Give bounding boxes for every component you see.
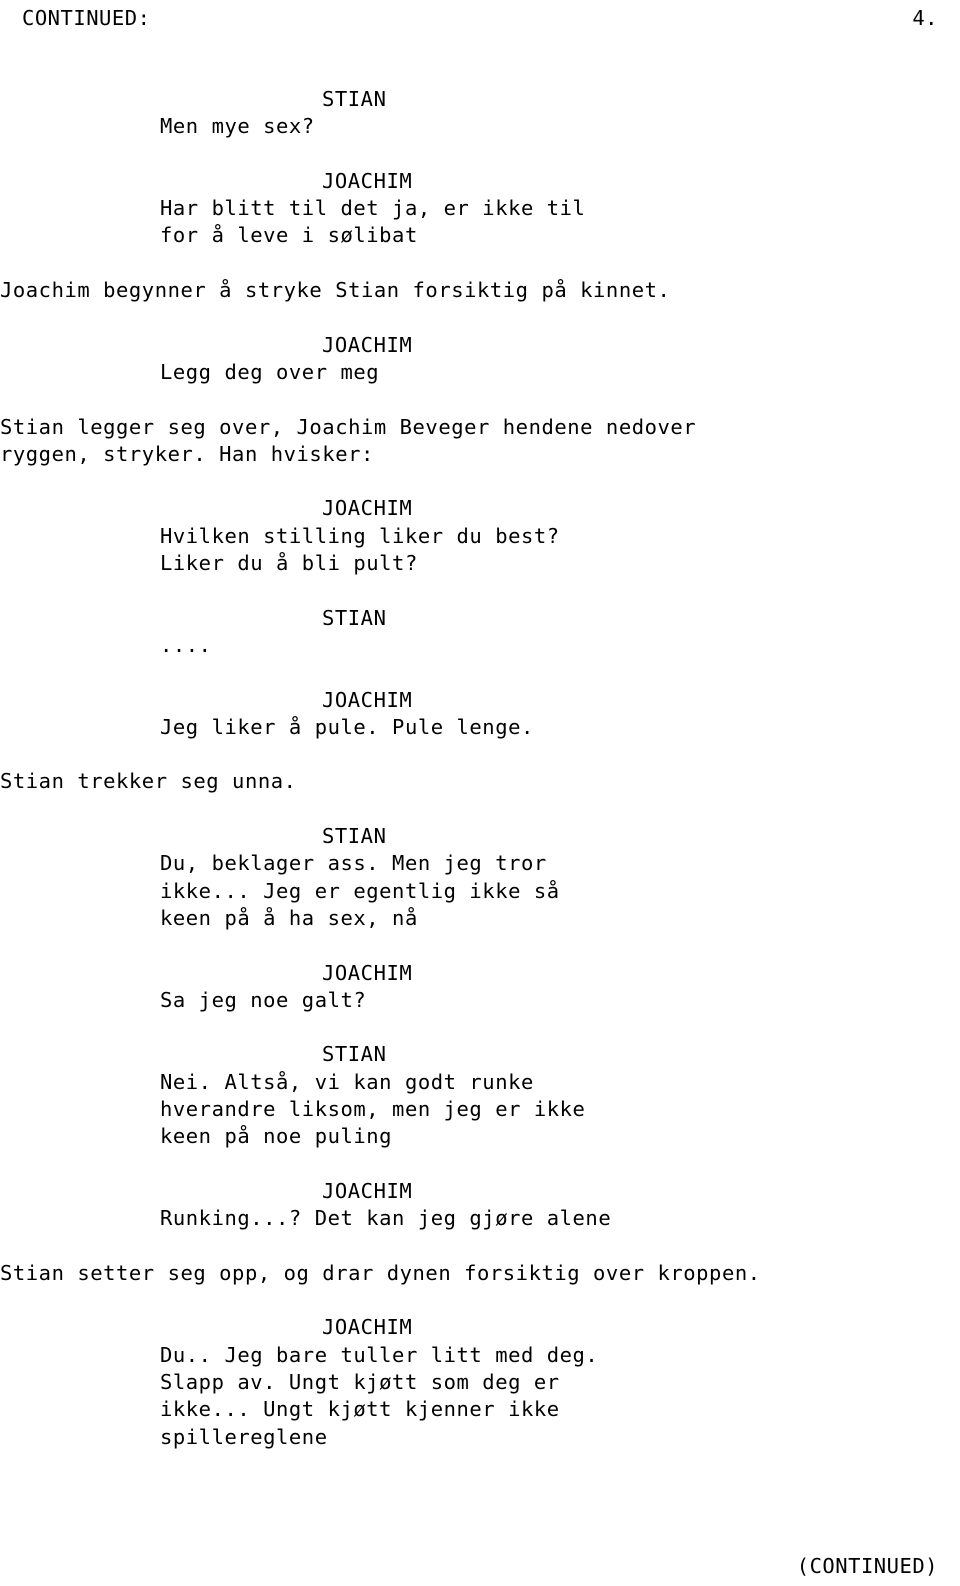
dialogue-line: spillereglene [160, 1424, 328, 1449]
page-number: 4. [912, 6, 938, 30]
dialogue-line: Du.. Jeg bare tuller litt med deg. [160, 1342, 599, 1367]
dialogue-line: Sa jeg noe galt? [160, 987, 367, 1012]
dialogue-line: Nei. Altså, vi kan godt runke [160, 1069, 534, 1094]
character-cue: JOACHIM [322, 496, 413, 521]
character-cue: STIAN [322, 605, 387, 630]
screenplay-page: CONTINUED: 4. STIAN Men mye sex? JOACHIM H… [0, 0, 960, 1586]
dialogue-line: ikke... Jeg er egentlig ikke så [160, 878, 560, 903]
dialogue-line: ikke... Ungt kjøtt kjenner ikke [160, 1397, 560, 1422]
action-line: Stian setter seg opp, og drar dynen fors… [0, 1260, 761, 1285]
character-cue: STIAN [322, 824, 387, 849]
dialogue-line: .... [160, 632, 212, 657]
script-body: STIAN Men mye sex? JOACHIM Har blitt til d… [0, 86, 960, 1451]
dialogue-line: Runking...? Det kan jeg gjøre alene [160, 1206, 612, 1231]
action-line: Stian legger seg over, Joachim Beveger h… [0, 414, 697, 439]
page-header: CONTINUED: 4. [22, 6, 938, 30]
continued-footer: (CONTINUED) [796, 1554, 938, 1578]
dialogue-line: Du, beklager ass. Men jeg tror [160, 851, 547, 876]
dialogue-line: keen på noe puling [160, 1124, 393, 1149]
dialogue-line: Har blitt til det ja, er ikke til [160, 196, 586, 221]
dialogue-line: keen på å ha sex, nå [160, 905, 418, 930]
character-cue: JOACHIM [322, 168, 413, 193]
character-cue: STIAN [322, 1042, 387, 1067]
continued-label: CONTINUED: [22, 6, 151, 30]
dialogue-line: hverandre liksom, men jeg er ikke [160, 1096, 586, 1121]
dialogue-line: Legg deg over meg [160, 359, 380, 384]
character-cue: JOACHIM [322, 687, 413, 712]
character-cue: STIAN [322, 87, 387, 111]
action-line: Stian trekker seg unna. [0, 769, 297, 794]
character-cue: JOACHIM [322, 1315, 413, 1340]
character-cue: JOACHIM [322, 332, 413, 357]
character-cue: JOACHIM [322, 960, 413, 985]
dialogue-line: Hvilken stilling liker du best? [160, 523, 560, 548]
action-line: ryggen, stryker. Han hvisker: [0, 441, 374, 466]
action-line: Joachim begynner å stryke Stian forsikti… [0, 278, 671, 303]
dialogue-line: Men mye sex? [160, 114, 315, 139]
dialogue-line: for å leve i sølibat [160, 223, 418, 248]
dialogue-line: Liker du å bli pult? [160, 551, 418, 576]
dialogue-line: Jeg liker å pule. Pule lenge. [160, 714, 534, 739]
dialogue-line: Slapp av. Ungt kjøtt som deg er [160, 1369, 560, 1394]
character-cue: JOACHIM [322, 1178, 413, 1203]
